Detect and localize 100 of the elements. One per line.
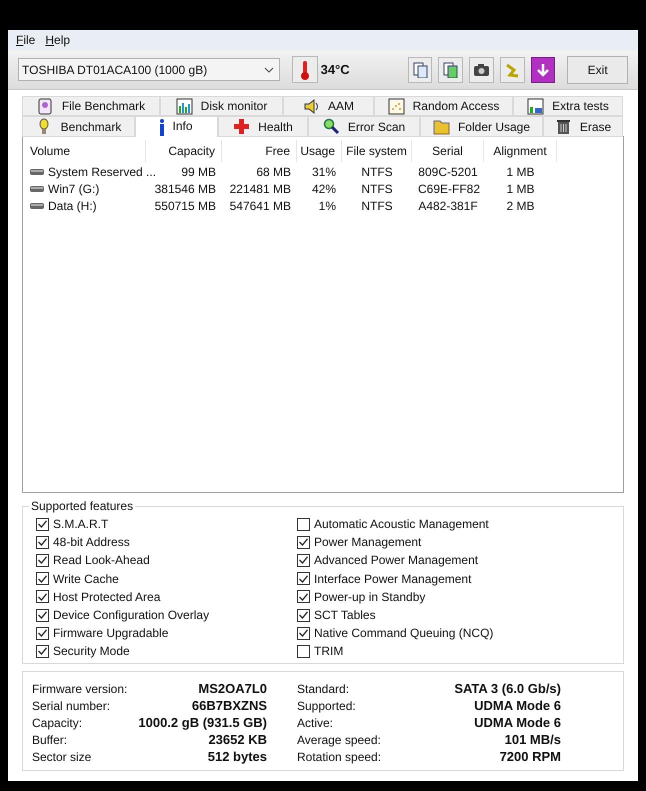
field-value: 512 bytes: [208, 748, 267, 766]
magnifier-icon: [322, 118, 340, 135]
drive-icon: [30, 168, 44, 176]
download-button[interactable]: [530, 56, 556, 82]
copy-icon: [412, 61, 428, 78]
tab[interactable]: Benchmark: [22, 116, 135, 137]
checkbox[interactable]: [297, 518, 310, 531]
checkbox-label: Automatic Acoustic Management: [314, 516, 489, 534]
check-icon: [38, 611, 47, 620]
tab[interactable]: Extra tests: [513, 96, 623, 116]
tab[interactable]: AAM: [283, 96, 374, 116]
checkbox[interactable]: [36, 644, 49, 658]
field-value: 23652 KB: [208, 730, 267, 749]
check-icon: [38, 538, 47, 546]
field-label: Supported:: [297, 698, 356, 714]
checkbox-label: Read Look-Ahead: [53, 552, 150, 570]
menu-item[interactable]: Help: [41, 31, 74, 49]
toolbar-button[interactable]: [408, 56, 432, 82]
tab[interactable]: File Benchmark: [22, 96, 160, 116]
table-cell: 547641 MB: [230, 198, 291, 212]
menu-item[interactable]: File: [12, 31, 40, 49]
check-icon: [299, 629, 308, 638]
drive-icon: [30, 184, 44, 192]
field-value: 1000.2 gB (931.5 GB): [138, 714, 267, 732]
field-value: UDMA Mode 6: [474, 714, 561, 732]
exit-button[interactable]: Exit: [567, 56, 628, 84]
toolbar-button[interactable]: [438, 56, 464, 82]
checkbox[interactable]: [297, 590, 310, 604]
bar-chart-icon: [176, 98, 193, 114]
drive-dropdown[interactable]: TOSHIBA DT01ACA100 (1000 gB): [18, 58, 280, 81]
table-cell: 31%: [312, 164, 336, 178]
table-cell: 99 MB: [181, 164, 216, 178]
checkbox[interactable]: [36, 536, 49, 549]
check-icon: [38, 520, 47, 528]
table-cell: 1 MB: [506, 182, 534, 196]
checkbox-label: TRIM: [314, 643, 344, 660]
cross-icon: [233, 118, 250, 135]
tab[interactable]: Disk monitor: [160, 96, 283, 116]
field-label: Serial number:: [32, 698, 110, 714]
table-cell: C69E-FF82: [418, 182, 480, 196]
copy-icon: [442, 61, 460, 78]
checkbox[interactable]: [36, 626, 49, 640]
checkbox[interactable]: [36, 554, 49, 567]
table-cell: 68 MB: [256, 164, 291, 178]
checkbox[interactable]: [297, 536, 310, 549]
drive-icon: [30, 202, 44, 210]
checkbox[interactable]: [36, 590, 49, 604]
tab[interactable]: Erase: [543, 116, 623, 137]
field-label: Sector size: [32, 748, 92, 766]
table-cell: 809C-5201: [418, 164, 478, 178]
table-cell: 42%: [312, 182, 336, 196]
checkbox-label: Firmware Upgradable: [53, 625, 168, 642]
field-label: Average speed:: [297, 732, 381, 748]
table-cell: A482-381F: [418, 198, 478, 212]
chevron-icon: [264, 66, 274, 72]
table-cell: NTFS: [361, 182, 393, 196]
tab[interactable]: Error Scan: [308, 116, 420, 137]
checkbox-label: Advanced Power Management: [314, 552, 478, 570]
field-label: Capacity:: [32, 714, 82, 732]
checkbox-label: Power-up in Standby: [314, 588, 426, 606]
speaker-icon: [302, 98, 320, 114]
scatter-icon: [388, 98, 405, 114]
checkbox[interactable]: [36, 518, 49, 531]
checkbox-label: Device Configuration Overlay: [53, 607, 210, 624]
table-cell: 221481 MB: [230, 182, 291, 196]
checkbox[interactable]: [297, 572, 310, 586]
field-value: UDMA Mode 6: [474, 696, 561, 715]
table-cell-text: System Reserved ...: [48, 164, 156, 180]
toolbar-button[interactable]: [469, 56, 494, 82]
field-value: 7200 RPM: [500, 748, 561, 766]
table-cell: 381546 MB: [154, 182, 216, 196]
checkbox[interactable]: [297, 554, 310, 567]
checkbox[interactable]: [36, 572, 49, 586]
check-icon: [299, 538, 308, 546]
field-value: SATA 3 (6.0 Gb/s): [454, 680, 561, 698]
checkbox-label: SCT Tables: [314, 607, 376, 624]
checkbox[interactable]: [36, 608, 49, 622]
checkbox-label: Host Protected Area: [53, 588, 160, 606]
group-title: Supported features: [29, 499, 136, 514]
checkbox-label: Security Mode: [53, 643, 130, 660]
table-cell: NTFS: [361, 164, 393, 178]
tab[interactable]: Random Access: [374, 96, 513, 116]
checkbox[interactable]: [297, 608, 310, 622]
checkbox-label: Native Command Queuing (NCQ): [314, 625, 494, 642]
arrow-down-icon: [534, 62, 551, 78]
table-cell-text: Data (H:): [48, 198, 97, 214]
field-label: Rotation speed:: [297, 748, 382, 766]
check-icon: [299, 556, 308, 564]
chart-icon: [527, 98, 544, 114]
cables-icon: [504, 61, 521, 78]
checkbox[interactable]: [297, 644, 310, 658]
field-label: Firmware version:: [32, 680, 128, 698]
field-value: 66B7BXZNS: [192, 696, 267, 715]
checkbox[interactable]: [297, 626, 310, 640]
tab[interactable]: Health: [218, 116, 308, 137]
temperature-button[interactable]: [292, 56, 318, 83]
tab[interactable]: Info: [135, 116, 218, 137]
check-icon: [38, 574, 47, 583]
check-icon: [38, 629, 47, 638]
tab[interactable]: Folder Usage: [420, 116, 543, 137]
